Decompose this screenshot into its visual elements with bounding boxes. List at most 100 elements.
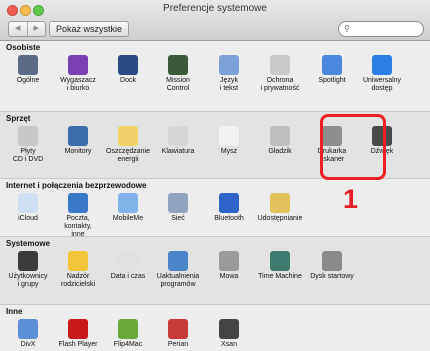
pref-pane-flash[interactable]: Flash Player [54, 319, 102, 349]
pref-pane-cd[interactable]: Płyty CD i DVD [4, 126, 52, 164]
pref-pane-spotlight[interactable]: Spotlight [308, 55, 356, 85]
pane-label: iCloud [18, 215, 38, 222]
pref-pane-divx[interactable]: DivX [4, 319, 52, 349]
pref-pane-startup-disk[interactable]: Dysk startowy [308, 251, 356, 281]
system-preferences-window: Preferencje systemowe ◀ ▶ Pokaż wszystki… [0, 0, 430, 351]
spotlight-icon [322, 55, 342, 75]
pref-pane-software-update[interactable]: Uaktualnienia programów [154, 251, 202, 289]
network-icon [168, 193, 188, 213]
pref-pane-security[interactable]: Ochrona i prywatność [256, 55, 304, 93]
show-all-button[interactable]: Pokaż wszystkie [49, 21, 130, 37]
pane-label: Flash Player [58, 341, 98, 348]
section-4: Systemowe Użytkownicy i grupy Nadzór rodzici… [0, 236, 430, 305]
pane-label: DivX [20, 341, 36, 348]
pane-label-line2: i grupy [17, 281, 39, 288]
time-machine-icon [270, 251, 290, 271]
highlight-box [320, 114, 386, 180]
pane-label: Mysz [220, 148, 238, 155]
pref-pane-perian[interactable]: Perian [154, 319, 202, 349]
pane-label-line2: rodzicielski [60, 281, 96, 288]
pref-pane-language[interactable]: Język i tekst [205, 55, 253, 93]
accessibility-icon [372, 55, 392, 75]
pref-pane-xsan[interactable]: Xsan [205, 319, 253, 349]
microphone-icon [219, 251, 239, 271]
date-time-icon [118, 251, 138, 271]
pref-pane-monitor[interactable]: Monitory [54, 126, 102, 156]
search-input[interactable] [355, 23, 419, 34]
perian-icon [168, 319, 188, 339]
icloud-icon [18, 193, 38, 213]
keyboard-icon [168, 126, 188, 146]
pane-label-line2: CD i DVD [12, 156, 44, 163]
sharing-icon [270, 193, 290, 213]
mission-control-icon [168, 55, 188, 75]
xsan-icon [219, 319, 239, 339]
pane-label-line2: i biurko [66, 85, 90, 92]
pane-label: Time Machine [258, 273, 302, 280]
pane-label: Uaktualnienia [156, 273, 200, 280]
section-title: Systemowe [6, 239, 51, 248]
pref-pane-bluetooth[interactable]: Bluetooth [205, 193, 253, 223]
pref-pane-sharing[interactable]: Udostępnianie [256, 193, 304, 223]
mail-icon [68, 193, 88, 213]
pref-pane-accessibility[interactable]: Uniwersalny dostęp [358, 55, 406, 93]
pane-label: Klawiatura [161, 148, 195, 155]
pane-label: Xsan [221, 341, 237, 348]
parental-controls-icon [68, 251, 88, 271]
pane-label: Ochrona [266, 77, 294, 84]
pref-pane-date-time[interactable]: Data i czas [104, 251, 152, 281]
pref-pane-energy-bulb[interactable]: Oszczędzanie energii [104, 126, 152, 164]
pane-label: Użytkownicy [8, 273, 48, 280]
pref-pane-mail[interactable]: Poczta, kontakty, inne [54, 193, 102, 239]
back-button[interactable]: ◀ [9, 22, 28, 36]
flip4mac-icon [118, 319, 138, 339]
pane-label: Płyty [20, 148, 36, 155]
flash-icon [68, 319, 88, 339]
magnifier-icon: ⚲ [344, 24, 350, 33]
search-field[interactable]: ⚲ [338, 21, 424, 37]
pref-pane-microphone[interactable]: Mowa [205, 251, 253, 281]
startup-disk-icon [322, 251, 342, 271]
security-icon [270, 55, 290, 75]
pane-label: Flip4Mac [113, 341, 143, 348]
pane-label: Spotlight [318, 77, 346, 84]
pref-pane-trackpad[interactable]: Gładzik [256, 126, 304, 156]
software-update-icon [168, 251, 188, 271]
pane-label-line2: Control [166, 85, 190, 92]
bluetooth-icon [219, 193, 239, 213]
language-icon [219, 55, 239, 75]
dock-icon [118, 55, 138, 75]
general-icon [18, 55, 38, 75]
pane-label: Wygaszacz [60, 77, 96, 84]
pref-pane-mobileme[interactable]: MobileMe [104, 193, 152, 223]
section-1: Osobiste Ogólne Wygaszacz i biurko Dock Missi… [0, 41, 430, 111]
pref-pane-mission-control[interactable]: Mission Control [154, 55, 202, 93]
pane-label: Dock [120, 77, 136, 84]
pane-label: Sieć [171, 215, 185, 222]
step-number: 1 [343, 184, 359, 214]
pref-pane-users[interactable]: Użytkownicy i grupy [4, 251, 52, 289]
pref-pane-time-machine[interactable]: Time Machine [256, 251, 304, 281]
pref-pane-desktop[interactable]: Wygaszacz i biurko [54, 55, 102, 93]
forward-button[interactable]: ▶ [28, 22, 46, 36]
pane-label: Monitory [64, 148, 92, 155]
section-title: Internet i połączenia bezprzewodowe [6, 181, 147, 190]
pane-label: Nadzór [66, 273, 90, 280]
pref-pane-network[interactable]: Sieć [154, 193, 202, 223]
pref-pane-general[interactable]: Ogólne [4, 55, 52, 85]
mouse-icon [219, 126, 239, 146]
pane-label: Oszczędzanie [106, 148, 150, 155]
pref-pane-parental-controls[interactable]: Nadzór rodzicielski [54, 251, 102, 289]
back-forward-control: ◀ ▶ [8, 21, 46, 37]
pref-pane-icloud[interactable]: iCloud [4, 193, 52, 223]
mobileme-icon [118, 193, 138, 213]
pref-pane-flip4mac[interactable]: Flip4Mac [104, 319, 152, 349]
pane-label: Poczta, kontakty, [64, 215, 92, 230]
pane-label: Gładzik [268, 148, 292, 155]
pref-pane-keyboard[interactable]: Klawiatura [154, 126, 202, 156]
divx-icon [18, 319, 38, 339]
pref-pane-mouse[interactable]: Mysz [205, 126, 253, 156]
desktop-icon [68, 55, 88, 75]
pref-pane-dock[interactable]: Dock [104, 55, 152, 85]
preferences-pane-grid: Osobiste Ogólne Wygaszacz i biurko Dock Missi… [0, 41, 430, 351]
